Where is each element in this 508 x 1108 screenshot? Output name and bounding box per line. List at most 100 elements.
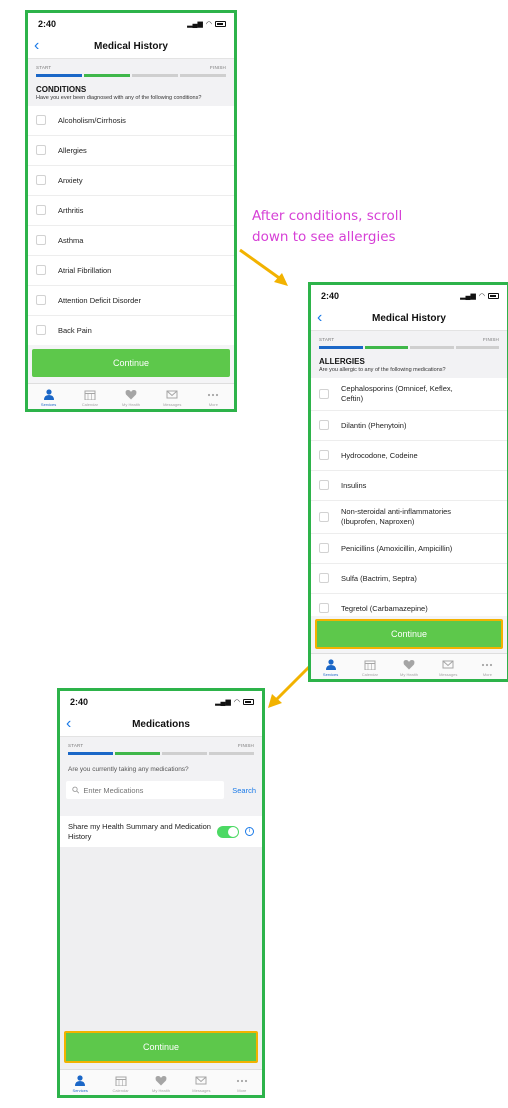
progress-indicator: START FINISH [311, 331, 507, 355]
checkbox[interactable] [36, 115, 46, 126]
tab-messages[interactable]: Messages [181, 1070, 221, 1095]
checkbox[interactable] [319, 480, 329, 491]
search-button[interactable]: Search [232, 786, 256, 795]
tab-label: Services [40, 402, 57, 407]
list-item[interactable]: Atrial Fibrillation [28, 256, 234, 286]
item-label: Dilantin (Phenytoin) [341, 420, 407, 430]
tab-my-health[interactable]: My Health [110, 384, 151, 409]
checkbox[interactable] [319, 603, 329, 614]
signal-icon: ▂▄▆ [460, 293, 476, 300]
progress-segment [132, 74, 178, 77]
tab-label: Messages [163, 402, 182, 407]
medications-question: Are you currently taking any medications… [68, 766, 189, 773]
item-label: Cephalosporins (Omnicef, Keflex, Ceftin) [341, 384, 453, 403]
allergies-list: Cephalosporins (Omnicef, Keflex, Ceftin)… [311, 377, 507, 616]
person-icon [325, 659, 336, 670]
list-item[interactable]: Insulins [311, 471, 507, 501]
tab-calendar[interactable]: Calendar [100, 1070, 140, 1095]
tab-label: My Health [152, 1088, 171, 1093]
wifi-icon: ◠ [233, 699, 240, 706]
tab-label: More [237, 1088, 247, 1093]
section-header: Are you currently taking any medications… [60, 761, 262, 779]
annotation-line-1: After conditions, scroll [252, 208, 403, 224]
list-item[interactable]: Back Pain [28, 316, 234, 345]
progress-start-label: START [36, 65, 52, 70]
checkbox[interactable] [36, 325, 46, 336]
checkbox[interactable] [319, 543, 329, 554]
list-item[interactable]: Cephalosporins (Omnicef, Keflex, Ceftin) [311, 378, 507, 411]
checkbox[interactable] [36, 205, 46, 216]
list-item[interactable]: Alcoholism/Cirrhosis [28, 106, 234, 136]
checkbox[interactable] [36, 145, 46, 156]
tab-messages[interactable]: Messages [429, 654, 468, 679]
list-item[interactable]: Anxiety [28, 166, 234, 196]
nav-bar: ‹ Medical History [311, 307, 507, 331]
checkbox[interactable] [319, 573, 329, 584]
nav-bar: ‹ Medical History [28, 35, 234, 59]
search-row: Search [60, 778, 262, 803]
checkbox[interactable] [36, 295, 46, 306]
tab-label: My Health [400, 672, 419, 677]
checkbox[interactable] [319, 388, 329, 399]
checkbox[interactable] [36, 265, 46, 276]
progress-segment [364, 346, 408, 349]
item-label: Hydrocodone, Codeine [341, 450, 418, 460]
list-item[interactable]: Allergies [28, 136, 234, 166]
checkbox[interactable] [36, 175, 46, 186]
item-label: Sulfa (Bactrim, Septra) [341, 573, 417, 583]
checkbox[interactable] [319, 511, 329, 522]
list-item[interactable]: Sulfa (Bactrim, Septra) [311, 564, 507, 594]
tab-calendar[interactable]: Calendar [69, 384, 110, 409]
section-header: ALLERGIES Are you allergic to any of the… [311, 355, 507, 378]
checkbox[interactable] [36, 235, 46, 246]
tab-more[interactable]: More [222, 1070, 262, 1095]
progress-segment [209, 752, 254, 755]
progress-segment [319, 346, 363, 349]
tab-label: Messages [192, 1088, 211, 1093]
person-icon [75, 1075, 86, 1086]
tab-label: Calendar [361, 672, 378, 677]
list-item[interactable]: Penicillins (Amoxicillin, Ampicillin) [311, 534, 507, 564]
tab-my-health[interactable]: My Health [141, 1070, 181, 1095]
continue-button[interactable]: Continue [64, 1031, 258, 1063]
progress-segment [115, 752, 160, 755]
progress-segment [68, 752, 113, 755]
progress-segment [180, 74, 226, 77]
allergies-screen: 2:40 ▂▄▆ ◠ ‹ Medical History START FINIS… [308, 282, 508, 682]
back-chevron-icon[interactable]: ‹ [34, 37, 39, 55]
medications-screen: 2:40 ▂▄▆ ◠ ‹ Medications START FINISH Ar… [57, 688, 265, 1098]
search-input[interactable] [83, 785, 225, 795]
list-item[interactable]: Non-steroidal anti-inflammatories (Ibupr… [311, 501, 507, 534]
tab-more[interactable]: More [193, 384, 234, 409]
tab-services[interactable]: Services [60, 1070, 100, 1095]
share-toggle[interactable] [217, 825, 239, 838]
tab-calendar[interactable]: Calendar [350, 654, 389, 679]
item-label: Insulins [341, 480, 367, 490]
back-chevron-icon[interactable]: ‹ [317, 309, 322, 327]
list-item[interactable]: Arthritis [28, 196, 234, 226]
progress-segment [84, 74, 130, 77]
tab-label: Messages [439, 672, 458, 677]
tab-label: Services [72, 1088, 88, 1093]
checkbox[interactable] [319, 450, 329, 461]
list-item[interactable]: Hydrocodone, Codeine [311, 441, 507, 471]
info-icon[interactable]: i [245, 827, 254, 836]
item-label: Allergies [58, 145, 87, 155]
list-item[interactable]: Tegretol (Carbamazepine) [311, 594, 507, 616]
list-item[interactable]: Asthma [28, 226, 234, 256]
tab-my-health[interactable]: My Health [389, 654, 428, 679]
arrow-to-allergies [239, 248, 288, 286]
tab-services[interactable]: Services [28, 384, 69, 409]
continue-button[interactable]: Continue [315, 619, 503, 649]
list-item[interactable]: Dilantin (Phenytoin) [311, 411, 507, 441]
tab-more[interactable]: More [468, 654, 507, 679]
tab-services[interactable]: Services [311, 654, 350, 679]
list-item[interactable]: Attention Deficit Disorder [28, 286, 234, 316]
back-chevron-icon[interactable]: ‹ [66, 715, 71, 733]
item-label: Non-steroidal anti-inflammatories (Ibupr… [341, 507, 452, 526]
search-field[interactable] [66, 781, 225, 800]
continue-button[interactable]: Continue [32, 349, 230, 377]
checkbox[interactable] [319, 420, 329, 431]
spacer [60, 802, 262, 817]
tab-messages[interactable]: Messages [152, 384, 193, 409]
